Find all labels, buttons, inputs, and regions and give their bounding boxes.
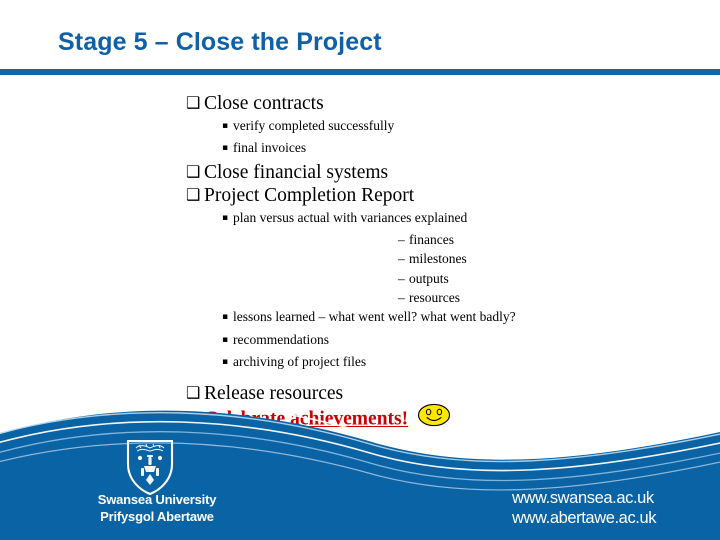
list-item-label: lessons learned – what went well? what w… [233, 309, 516, 325]
list-item: ▪ plan versus actual with variances expla… [0, 208, 720, 231]
title-divider [0, 69, 720, 75]
square-bullet-icon: ▪ [222, 357, 229, 368]
list-item: – resources [0, 288, 720, 307]
swansea-crest-logo [126, 439, 174, 496]
title-area: Stage 5 – Close the Project [0, 26, 720, 70]
dash-bullet-icon: – [398, 232, 405, 247]
page-title: Stage 5 – Close the Project [58, 28, 382, 56]
list-item-label: milestones [409, 251, 467, 267]
list-item: ▪ archiving of project files [0, 352, 720, 375]
list-item-label: archiving of project files [233, 354, 367, 370]
checkbox-bullet-icon: ❑ [186, 161, 201, 181]
square-bullet-icon: ▪ [222, 212, 229, 223]
list-item: ❑ Close financial systems [0, 161, 720, 185]
list-item: ▪ lessons learned – what went well? what … [0, 307, 720, 330]
list-item-label: Project Completion Report [204, 185, 415, 206]
list-item-label: final invoices [233, 140, 307, 155]
dash-bullet-icon: – [398, 289, 405, 305]
square-bullet-icon: ▪ [222, 120, 229, 131]
list-item: ▪ recommendations [0, 330, 720, 353]
checkbox-bullet-icon: ❑ [186, 185, 201, 204]
square-bullet-icon: ▪ [222, 143, 229, 153]
list-item: – finances [0, 230, 720, 249]
dash-bullet-icon: – [398, 270, 405, 286]
list-item-label: resources [409, 289, 460, 305]
square-bullet-icon: ▪ [222, 334, 229, 345]
url-abertawe[interactable]: www.abertawe.ac.uk [512, 508, 657, 528]
url-swansea[interactable]: www.swansea.ac.uk [512, 488, 656, 508]
list-item-label: verify completed successfully [233, 117, 395, 133]
list-item: – outputs [0, 269, 720, 288]
university-name-block: Swansea University Prifysgol Abertawe [52, 492, 262, 525]
square-bullet-icon: ▪ [222, 312, 229, 323]
list-item-label: Close financial systems [204, 161, 389, 183]
list-item: ❑ Close contracts [0, 92, 720, 116]
slide: Stage 5 – Close the Project ❑ Close contr… [0, 0, 720, 540]
university-name-cy: Prifysgol Abertawe [100, 508, 214, 524]
list-item-label: plan versus actual with variances explai… [233, 209, 468, 225]
dash-bullet-icon: – [398, 251, 405, 267]
list-item: ❑ Project Completion Report [0, 184, 720, 208]
list-item-label: Close contracts [204, 93, 324, 114]
university-urls: www.swansea.ac.uk www.abertawe.ac.uk [512, 488, 657, 528]
list-item-label: finances [409, 232, 454, 247]
list-item: ▪ verify completed successfully [0, 116, 720, 139]
footer-banner: Swansea University Prifysgol Abertawe ww… [0, 400, 720, 540]
university-name-en: Swansea University [97, 492, 217, 507]
checkbox-bullet-icon: ❑ [186, 93, 201, 112]
list-item-label: outputs [409, 270, 449, 286]
list-item: ▪ final invoices [0, 138, 720, 161]
bullet-list: ❑ Close contracts ▪ verify completed succe… [0, 92, 720, 436]
list-item-label: recommendations [233, 331, 329, 347]
list-item: – milestones [0, 249, 720, 268]
